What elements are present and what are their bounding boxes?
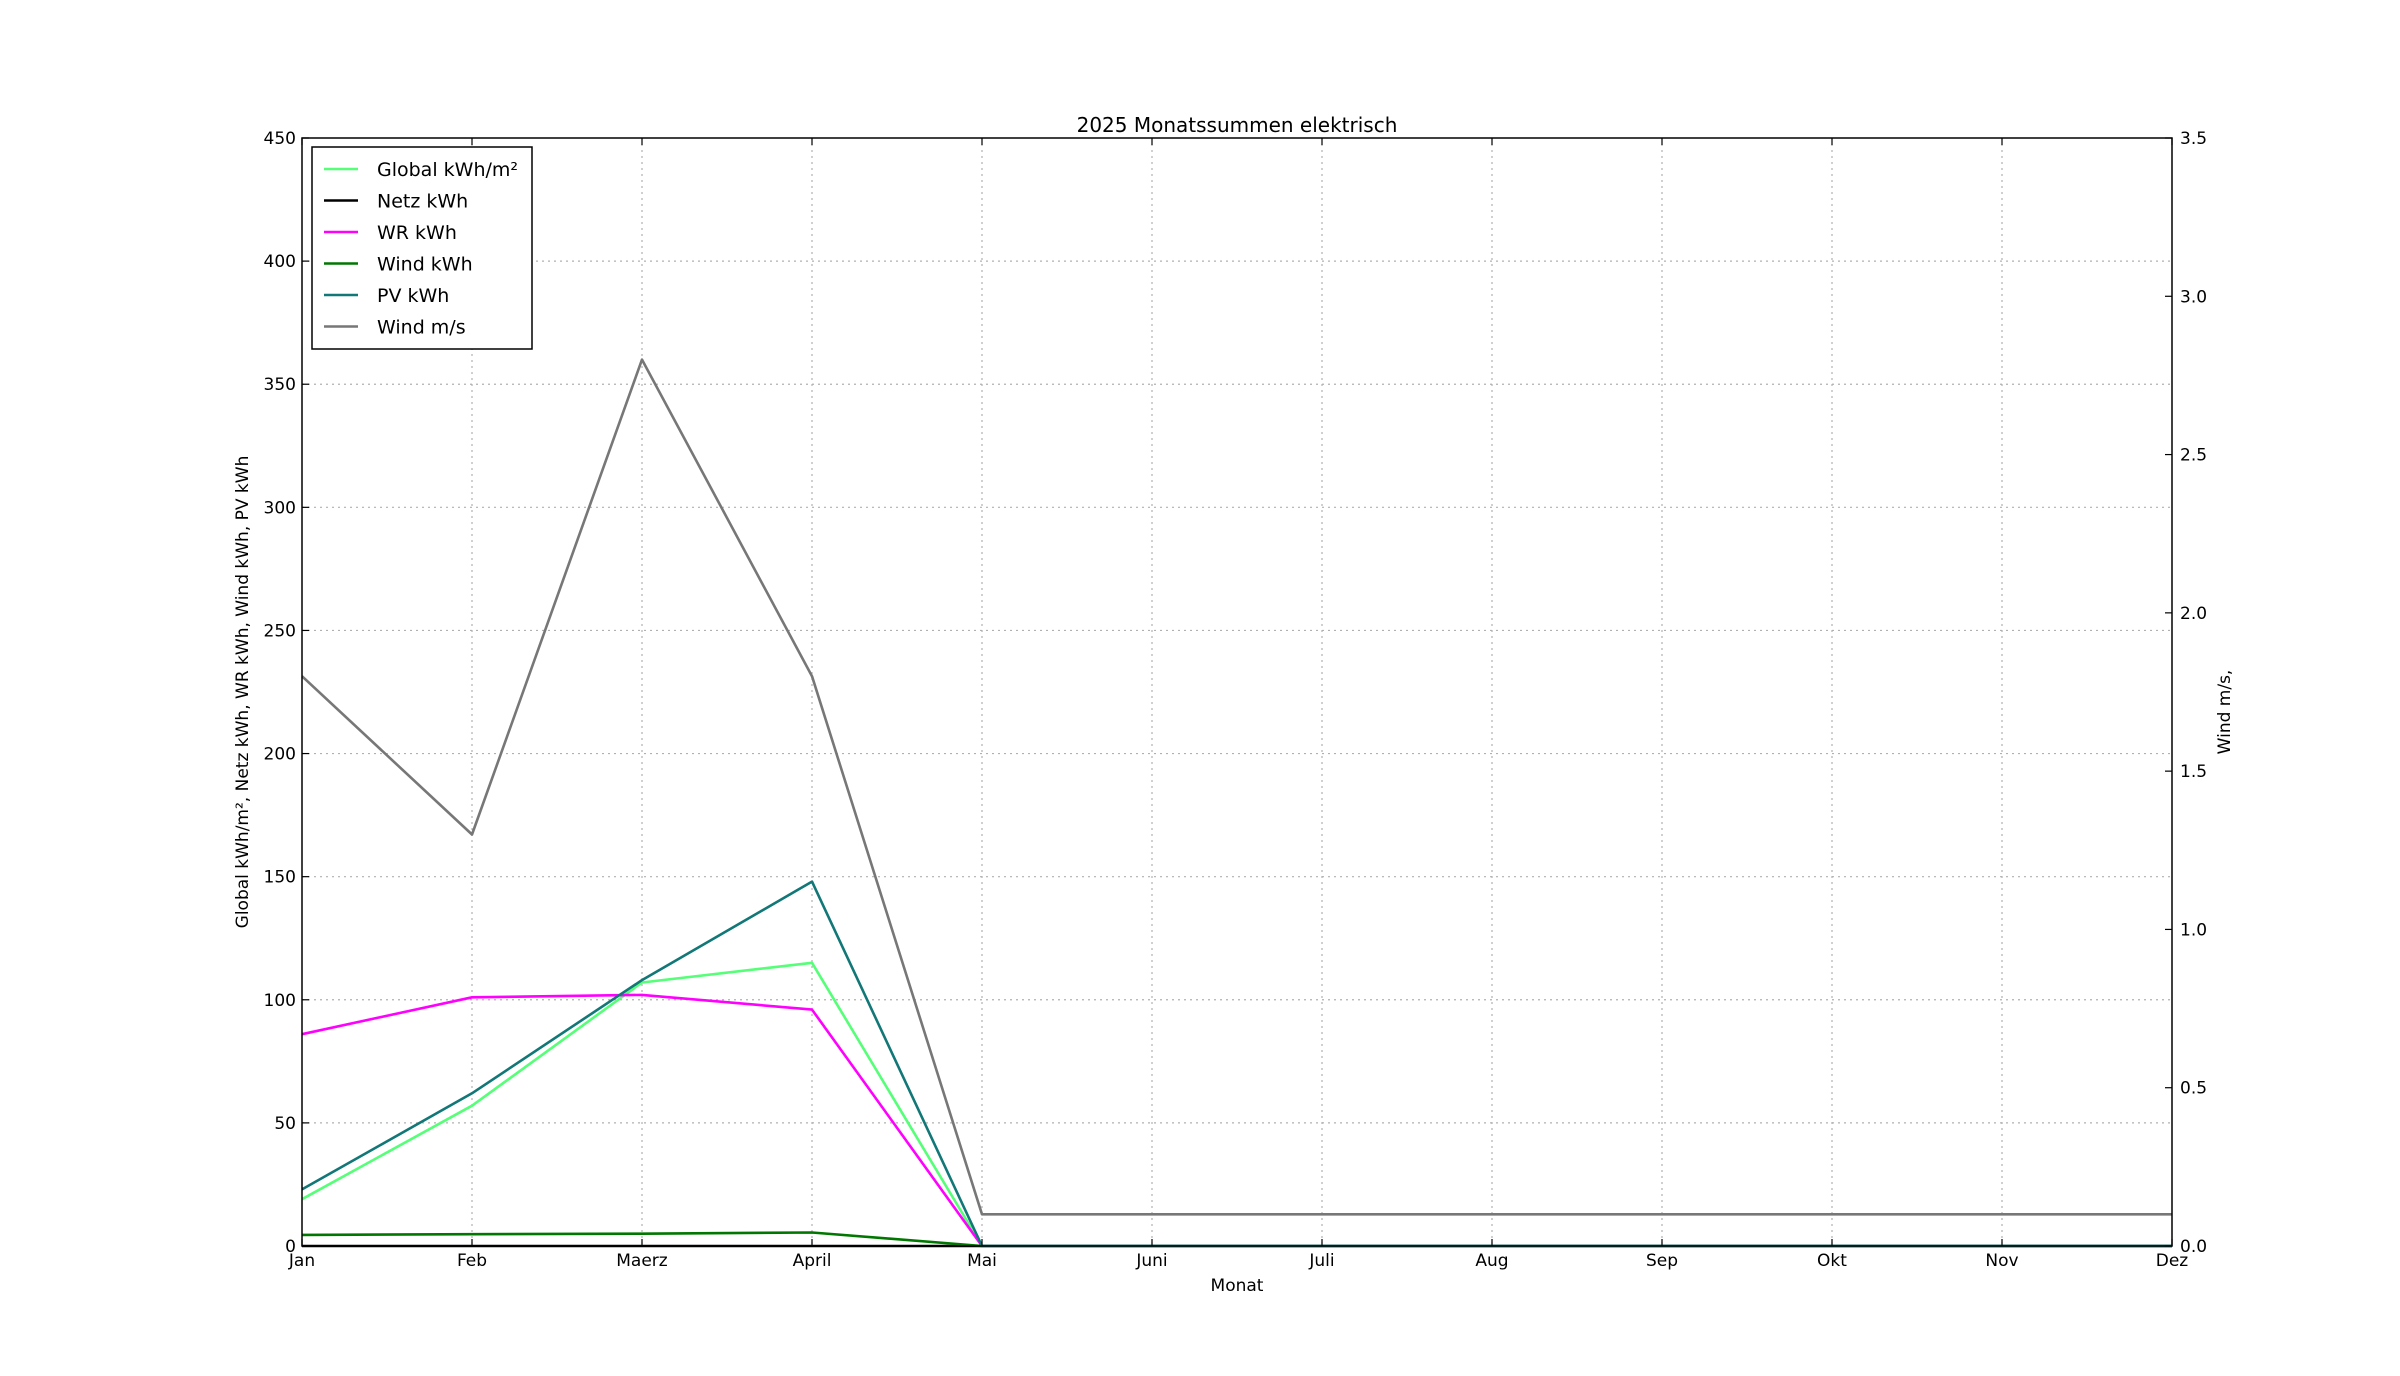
x-tick-label: Juli: [1308, 1251, 1334, 1271]
legend-label: Wind m/s: [377, 317, 466, 339]
y-tick-label-right: 0.5: [2180, 1079, 2207, 1099]
y-tick-label-right: 3.0: [2180, 287, 2207, 307]
x-axis-label: Monat: [1211, 1276, 1264, 1296]
chart-title: 2025 Monatssummen elektrisch: [1077, 113, 1398, 137]
x-tick-label: Feb: [457, 1251, 487, 1271]
y-tick-label-right: 1.5: [2180, 762, 2207, 782]
y-tick-label: 450: [264, 129, 296, 149]
legend-label: Global kWh/m²: [377, 159, 518, 181]
y-tick-label-right: 2.5: [2180, 446, 2207, 466]
y-tick-label-right: 2.0: [2180, 604, 2207, 624]
y-tick-label: 250: [264, 621, 296, 641]
legend: Global kWh/m² Netz kWh WR kWh Wind kWh PV kW…: [311, 146, 533, 350]
y-tick-label: 150: [264, 868, 296, 888]
x-tick-label: Okt: [1817, 1251, 1847, 1271]
y-tick-label: 400: [264, 252, 296, 272]
y-tick-label-right: 3.5: [2180, 129, 2207, 149]
y-tick-label: 100: [264, 991, 296, 1011]
legend-label: Netz kWh: [377, 191, 468, 213]
legend-label: PV kWh: [377, 285, 449, 307]
y-axis-label-left: Global kWh/m², Netz kWh, WR kWh, Wind kW…: [233, 456, 253, 929]
x-tick-label: Sep: [1646, 1251, 1678, 1271]
y-tick-label: 200: [264, 745, 296, 765]
y-tick-label: 300: [264, 498, 296, 518]
y-axis-label-right: Wind m/s,: [2215, 670, 2235, 755]
y-tick-label: 50: [274, 1114, 296, 1134]
y-tick-label-right: 0.0: [2180, 1237, 2207, 1257]
x-tick-label: Nov: [1985, 1251, 2018, 1271]
x-tick-label: Maerz: [616, 1251, 668, 1271]
x-tick-label: Aug: [1475, 1251, 1508, 1271]
x-tick-label: Juni: [1135, 1251, 1167, 1271]
x-tick-label: Mai: [967, 1251, 997, 1271]
y-tick-label: 0: [285, 1237, 296, 1257]
chart: Jan Feb Maerz April Mai Juni Juli Aug Sep Okt Nov D…: [0, 0, 2400, 1376]
legend-label: WR kWh: [377, 222, 457, 244]
x-tick-label: April: [793, 1251, 832, 1271]
y-tick-label-right: 1.0: [2180, 920, 2207, 940]
legend-label: Wind kWh: [377, 254, 473, 276]
y-tick-label: 350: [264, 375, 296, 395]
